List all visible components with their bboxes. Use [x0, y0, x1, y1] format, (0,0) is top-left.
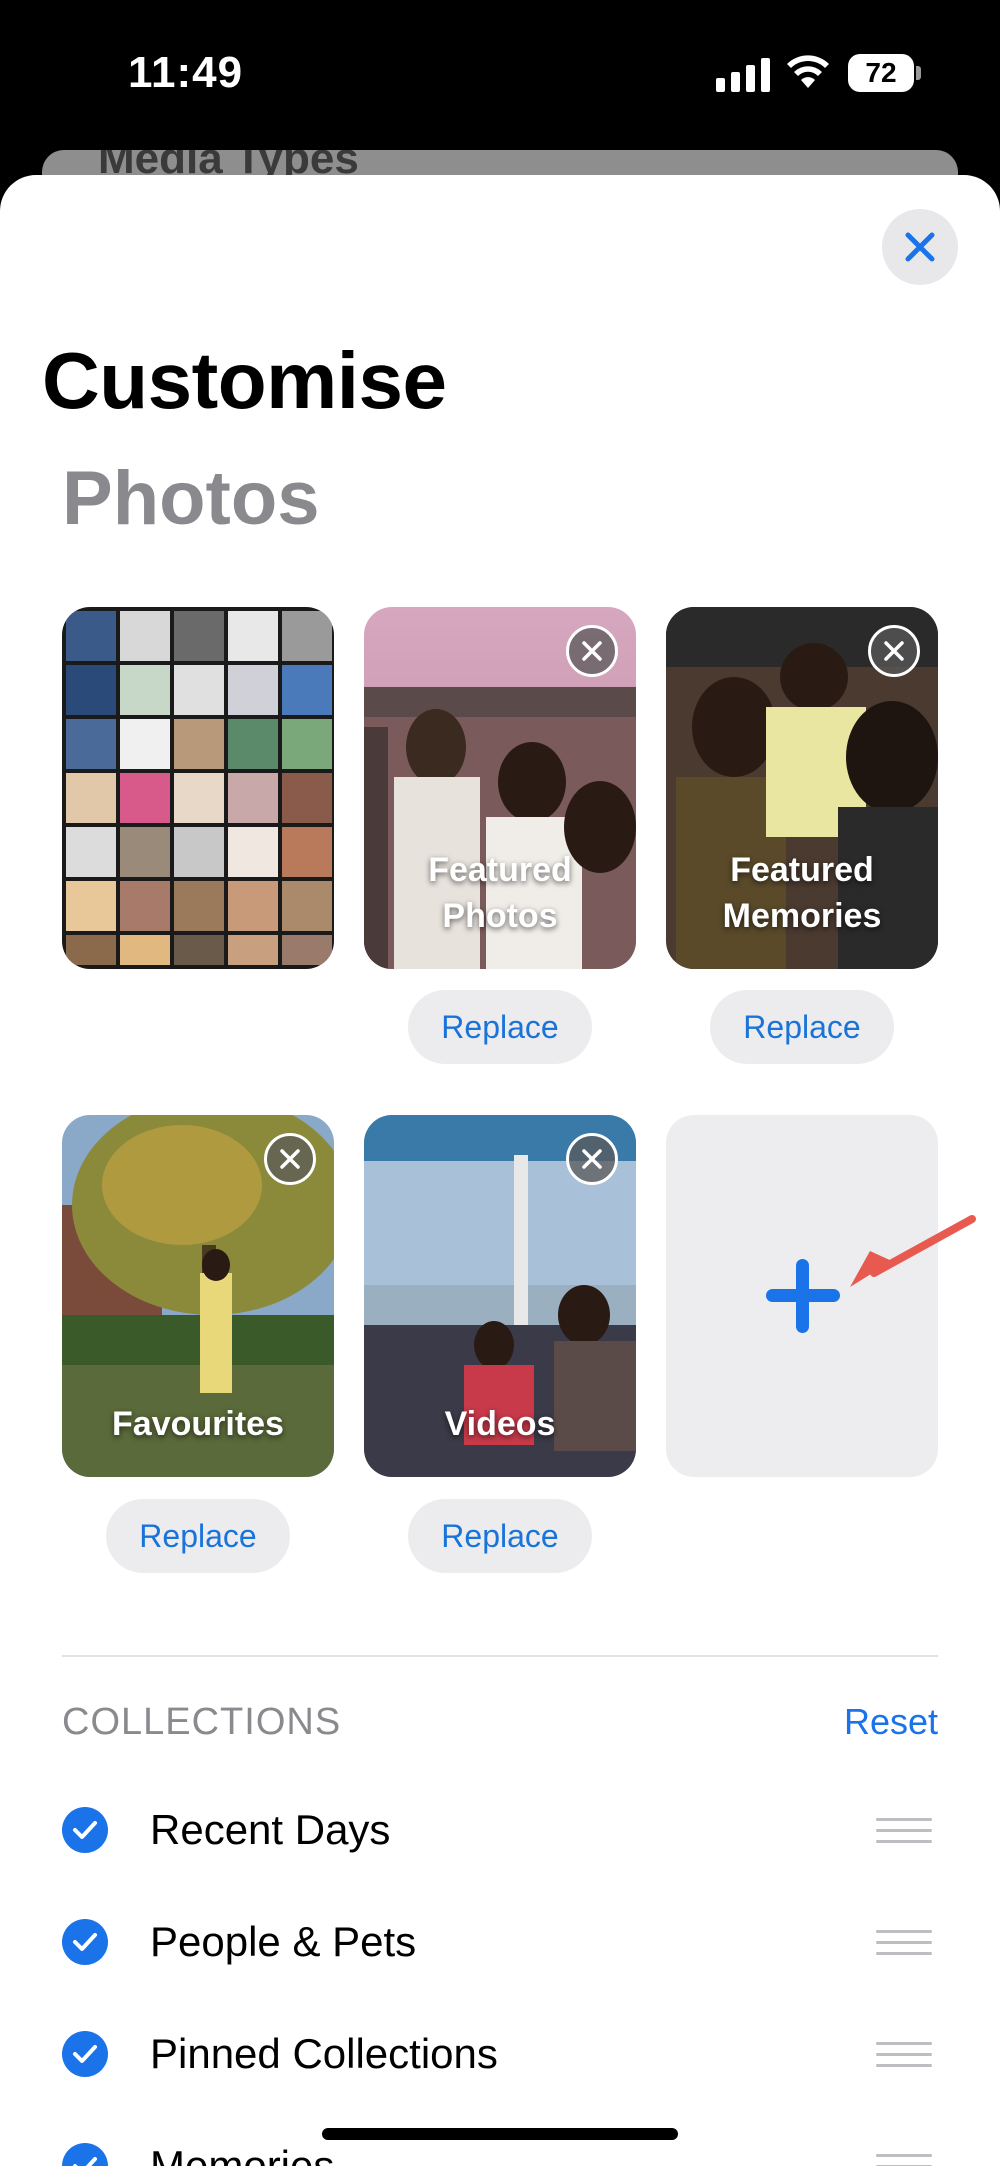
videos-tile[interactable]: Videos: [364, 1115, 636, 1477]
collection-row-pinned-collections[interactable]: Pinned Collections: [62, 2014, 938, 2094]
checkmark-icon[interactable]: [62, 1807, 108, 1853]
drag-handle-icon[interactable]: [876, 1930, 932, 1963]
page-subtitle: Photos: [62, 456, 320, 541]
drag-handle-icon[interactable]: [876, 1818, 932, 1851]
drag-handle-icon[interactable]: [876, 2042, 932, 2075]
remove-icon: [280, 1149, 300, 1169]
remove-icon: [582, 641, 602, 661]
favourites-label: Favourites: [112, 1405, 284, 1443]
battery-level: 72: [865, 57, 897, 88]
page-title: Customise: [42, 336, 447, 425]
collection-row-recent-days[interactable]: Recent Days: [62, 1790, 938, 1870]
status-time: 11:49: [128, 48, 244, 97]
collection-row-people-pets[interactable]: People & Pets: [62, 1902, 938, 1982]
status-bar: 11:49 72: [0, 0, 1000, 150]
battery-icon: 72: [848, 54, 914, 92]
replace-featured-memories-button[interactable]: Replace: [710, 990, 894, 1064]
remove-favourites-button[interactable]: [264, 1133, 316, 1185]
remove-icon: [884, 641, 904, 661]
replace-favourites-button[interactable]: Replace: [106, 1499, 290, 1573]
recent-photos-tile[interactable]: [62, 607, 334, 969]
arrow-annotation: [850, 1215, 976, 1287]
close-button[interactable]: [882, 209, 958, 285]
cellular-signal-icon: [716, 56, 770, 92]
wifi-icon: [787, 55, 829, 88]
remove-featured-memories-button[interactable]: [868, 625, 920, 677]
checkmark-icon[interactable]: [62, 2143, 108, 2166]
featured-photos-label: Featured Photos: [428, 851, 572, 935]
featured-memories-tile[interactable]: Featured Memories: [666, 607, 938, 969]
replace-featured-photos-button[interactable]: Replace: [408, 990, 592, 1064]
checkmark-icon[interactable]: [62, 1919, 108, 1965]
collection-label: Recent Days: [150, 1806, 391, 1853]
remove-videos-button[interactable]: [566, 1133, 618, 1185]
replace-videos-button[interactable]: Replace: [408, 1499, 592, 1573]
reset-button[interactable]: Reset: [844, 1701, 938, 1743]
photo-grid-thumbnail: [62, 607, 334, 969]
featured-photos-tile[interactable]: Featured Photos: [364, 607, 636, 969]
home-indicator[interactable]: [322, 2128, 678, 2140]
drag-handle-icon[interactable]: [876, 2154, 932, 2166]
divider: [62, 1655, 938, 1657]
collection-label: Pinned Collections: [150, 2030, 498, 2077]
checkmark-icon[interactable]: [62, 2031, 108, 2077]
collection-label: People & Pets: [150, 1918, 417, 1965]
videos-label: Videos: [444, 1405, 556, 1443]
collection-label: Memories: [150, 2142, 335, 2166]
remove-featured-photos-button[interactable]: [566, 625, 618, 677]
featured-memories-label: Featured Memories: [722, 851, 882, 935]
close-icon: [905, 232, 935, 262]
battery-tip: [916, 66, 921, 80]
collections-heading: COLLECTIONS: [62, 1701, 342, 1743]
customise-sheet: Customise Photos Featured Photos Feature…: [0, 175, 1000, 2166]
favourites-tile[interactable]: Favourites: [62, 1115, 334, 1477]
remove-icon: [582, 1149, 602, 1169]
